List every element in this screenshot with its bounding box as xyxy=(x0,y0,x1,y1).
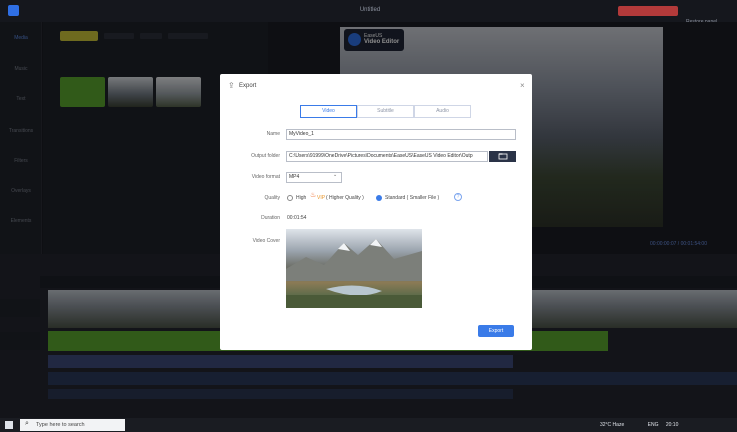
tab-video[interactable]: Video xyxy=(300,105,357,118)
browse-folder-button[interactable] xyxy=(489,151,516,162)
video-cover-image[interactable] xyxy=(286,229,422,308)
upgrade-button[interactable] xyxy=(618,6,678,16)
quality-high-hint: ( Higher Quality ) xyxy=(326,195,364,201)
search-placeholder: Type here to search xyxy=(36,422,85,428)
quality-high-radio[interactable] xyxy=(287,195,293,201)
duration-value: 00:01:54 xyxy=(287,215,307,221)
system-tray: 32°C Haze ENG 20:10 xyxy=(600,422,678,428)
tab-subtitle[interactable]: Subtitle xyxy=(357,105,414,118)
export-icon: ⇪ xyxy=(228,81,235,90)
quality-standard-radio[interactable] xyxy=(376,195,382,201)
quality-label: Quality xyxy=(264,195,280,201)
weather-text: 32°C Haze xyxy=(600,422,625,428)
tab-audio[interactable]: Audio xyxy=(414,105,471,118)
close-icon[interactable]: × xyxy=(520,81,525,90)
help-icon[interactable]: ? xyxy=(454,193,462,201)
windows-start-icon[interactable] xyxy=(5,421,13,429)
fire-icon: ♨ xyxy=(310,192,317,199)
dialog-title: Export xyxy=(239,83,257,89)
video-cover-label: Video Cover xyxy=(252,238,280,244)
export-button[interactable]: Export xyxy=(478,325,514,337)
duration-label: Duration xyxy=(261,215,280,221)
language-indicator[interactable]: ENG xyxy=(648,422,659,428)
name-label: Name xyxy=(266,131,280,137)
name-input[interactable]: MyVideo_1 xyxy=(286,129,516,140)
quality-standard-label[interactable]: Standard ( Smaller File ) xyxy=(385,195,439,201)
quality-high-label[interactable]: High xyxy=(296,195,306,201)
chevron-down-icon: ⌄ xyxy=(333,172,338,178)
search-icon: ⌕ xyxy=(25,420,29,427)
output-folder-label: Output folder xyxy=(251,153,280,159)
app-logo-icon xyxy=(8,5,19,16)
output-folder-input[interactable]: C:\Users\91999\OneDrive\Pictures\Documen… xyxy=(286,151,488,162)
mountain-landscape-illustration xyxy=(286,239,422,308)
clock-time[interactable]: 20:10 xyxy=(666,422,679,428)
vip-badge: VIP xyxy=(317,195,326,201)
video-format-label: Video format xyxy=(251,174,280,180)
folder-icon xyxy=(498,153,508,160)
window-title: Untitled xyxy=(359,7,381,13)
